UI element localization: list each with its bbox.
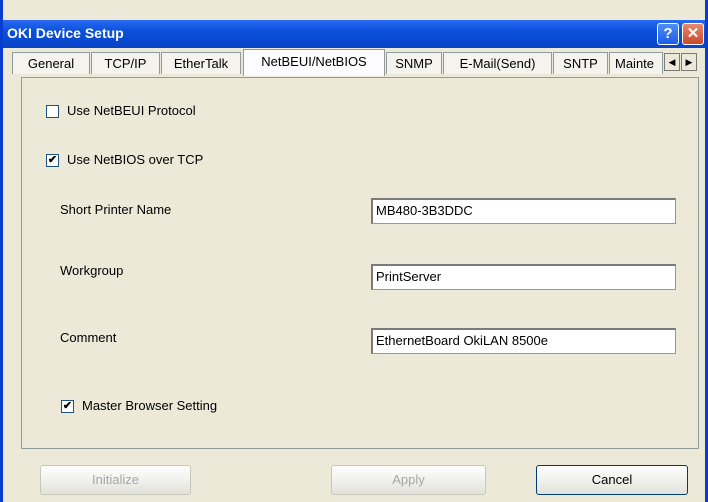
netbeui-checkbox[interactable] xyxy=(46,105,59,118)
tab-netbeui-netbios[interactable]: NetBEUI/NetBIOS xyxy=(243,49,385,76)
device-setup-window: OKI Device Setup ? ✕ General TCP/IP Ethe… xyxy=(0,0,708,502)
tab-strip: General TCP/IP EtherTalk NetBEUI/NetBIOS… xyxy=(3,48,705,77)
master-browser-checkbox[interactable]: ✔ xyxy=(61,400,74,413)
tab-snmp[interactable]: SNMP xyxy=(386,52,442,74)
window-title: OKI Device Setup xyxy=(7,25,124,41)
netbeui-netbios-panel: Use NetBEUI Protocol ✔ Use NetBIOS over … xyxy=(21,77,699,449)
tab-ethertalk[interactable]: EtherTalk xyxy=(161,52,241,74)
apply-button[interactable]: Apply xyxy=(331,465,486,495)
comment-label: Comment xyxy=(60,330,117,345)
initialize-button[interactable]: Initialize xyxy=(40,465,191,495)
tab-email-send[interactable]: E-Mail(Send) xyxy=(443,52,552,74)
netbeui-label[interactable]: Use NetBEUI Protocol xyxy=(67,103,196,118)
netbios-checkbox[interactable]: ✔ xyxy=(46,154,59,167)
tab-scroll-right-icon[interactable]: ▶ xyxy=(681,53,697,71)
tab-scroll-left-icon[interactable]: ◀ xyxy=(664,53,680,71)
netbios-label[interactable]: Use NetBIOS over TCP xyxy=(67,152,203,167)
help-icon[interactable]: ? xyxy=(657,23,679,45)
short-name-label: Short Printer Name xyxy=(60,202,172,217)
comment-field[interactable]: EthernetBoard OkiLAN 8500e xyxy=(371,328,676,354)
cancel-button[interactable]: Cancel xyxy=(536,465,688,495)
title-bar[interactable]: OKI Device Setup ? ✕ xyxy=(3,20,705,48)
tab-tcpip[interactable]: TCP/IP xyxy=(91,52,160,74)
close-icon[interactable]: ✕ xyxy=(682,23,704,45)
workgroup-field[interactable]: PrintServer xyxy=(371,264,676,290)
background-strip xyxy=(3,0,705,20)
tab-general[interactable]: General xyxy=(12,52,90,74)
workgroup-label: Workgroup xyxy=(60,263,124,278)
short-printer-name-field[interactable]: MB480-3B3DDC xyxy=(371,198,676,224)
master-browser-label[interactable]: Master Browser Setting xyxy=(82,398,217,413)
tab-maintenance[interactable]: Mainte xyxy=(609,52,663,74)
tab-sntp[interactable]: SNTP xyxy=(553,52,608,74)
